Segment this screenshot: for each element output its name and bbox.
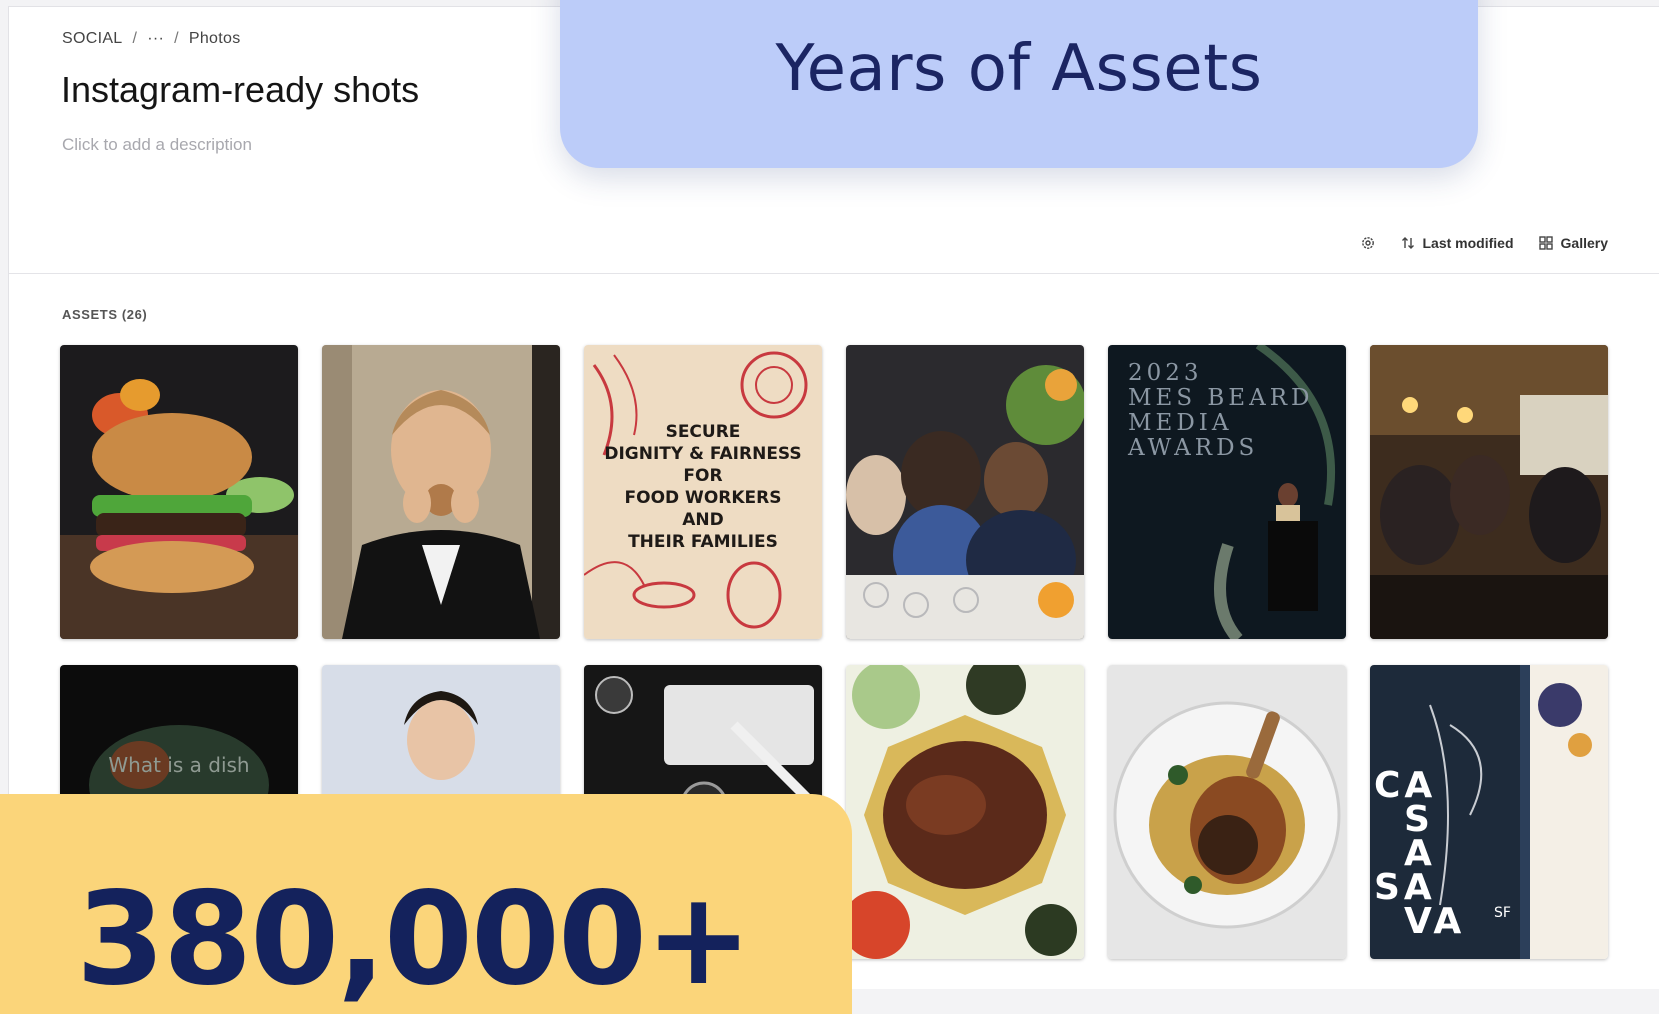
breadcrumb-current: Photos (188, 30, 241, 47)
sort-arrows-icon (1400, 235, 1416, 251)
view-toolbar: Last modified Gallery (1360, 235, 1608, 251)
asset-tile-awards-stage[interactable]: 2023 MES BEARD MEDIA AWARDS (1108, 345, 1346, 639)
duck-photo (1108, 665, 1346, 959)
breadcrumb-separator: / (132, 30, 138, 47)
asset-tile-dinner-table[interactable] (846, 345, 1084, 639)
dinner-photo (846, 345, 1084, 639)
asset-tile-bar-cheers[interactable] (1370, 345, 1608, 639)
bar-photo (1370, 345, 1608, 639)
headline-banner: Years of Assets (560, 0, 1478, 168)
asset-tile-casava-sign[interactable]: CA S A SA VA SF (1370, 665, 1608, 959)
breadcrumb-ellipsis[interactable]: ··· (147, 30, 164, 47)
asset-tile-burger[interactable] (60, 345, 298, 639)
asset-tile-food-platter[interactable] (846, 665, 1084, 959)
header-divider (9, 273, 1659, 274)
view-label: Gallery (1560, 235, 1608, 251)
view-mode-button[interactable]: Gallery (1538, 235, 1608, 251)
portrait-photo (322, 345, 560, 639)
platter-photo (846, 665, 1084, 959)
headline-text: Years of Assets (775, 32, 1263, 106)
casava-sf: SF (1494, 905, 1511, 921)
gear-icon (1360, 235, 1376, 251)
sort-button[interactable]: Last modified (1400, 235, 1514, 251)
page-title[interactable]: Instagram-ready shots (61, 69, 419, 111)
breadcrumb: SOCIAL / ··· / Photos (62, 30, 251, 48)
poster-text: SECURE DIGNITY & FAIRNESS FOR FOOD WORKE… (604, 422, 802, 552)
dish-caption: What is a dish (108, 753, 250, 777)
stat-banner: 380,000+ (0, 794, 852, 1014)
asset-tile-roasted-duck[interactable] (1108, 665, 1346, 959)
description-field[interactable]: Click to add a description (62, 135, 252, 155)
grid-icon (1538, 235, 1554, 251)
casava-lettering: CA S A SA VA (1374, 765, 1466, 942)
awards-text: 2023 MES BEARD MEDIA AWARDS (1128, 360, 1314, 461)
stat-text: 380,000+ (76, 865, 752, 1014)
burger-photo (60, 345, 298, 639)
sort-label: Last modified (1422, 235, 1514, 251)
assets-count-label: ASSETS (26) (62, 307, 148, 322)
asset-tile-poster[interactable]: SECURE DIGNITY & FAIRNESS FOR FOOD WORKE… (584, 345, 822, 639)
settings-button[interactable] (1360, 235, 1376, 251)
breadcrumb-root[interactable]: SOCIAL (62, 30, 123, 47)
breadcrumb-separator: / (174, 30, 179, 47)
asset-tile-man-with-medal[interactable] (322, 345, 560, 639)
